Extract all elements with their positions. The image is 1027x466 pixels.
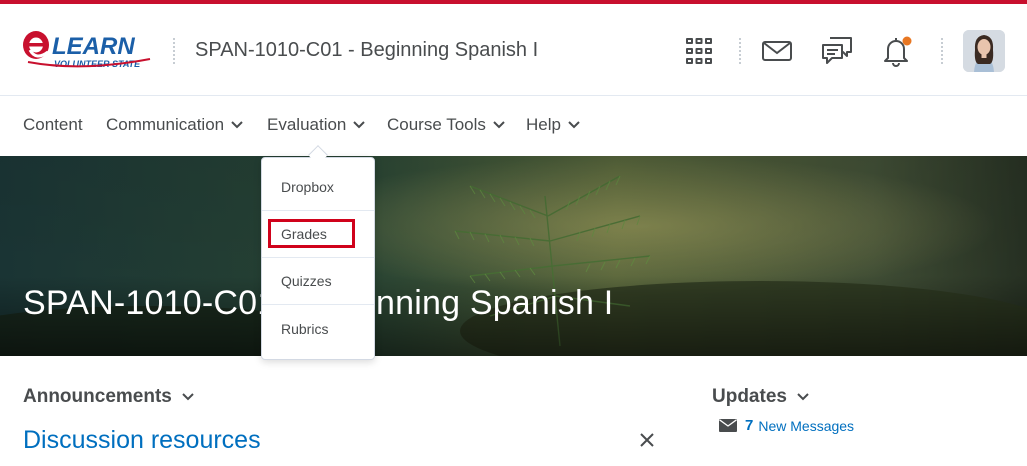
nav-communication[interactable]: Communication <box>106 115 243 135</box>
close-icon[interactable] <box>638 431 656 449</box>
announcement-title-link[interactable]: Discussion resources <box>23 426 261 455</box>
menu-item-rubrics[interactable]: Rubrics <box>262 305 374 352</box>
site-header: LEARN VOLUNTEER STATE SPAN-1010-C01 - Be… <box>0 4 1027 96</box>
nav-evaluation[interactable]: Evaluation <box>267 115 366 135</box>
updates-count: 7 <box>745 417 754 434</box>
header-separator <box>941 38 943 64</box>
mail-icon[interactable] <box>760 34 794 68</box>
chevron-down-icon <box>231 121 243 129</box>
updates-title: Updates <box>712 386 787 407</box>
updates-label: New Messages <box>758 417 855 434</box>
header-separator <box>739 38 741 64</box>
chevron-down-icon <box>797 393 809 401</box>
nav-help[interactable]: Help <box>526 115 580 135</box>
nav-label: Help <box>526 115 561 134</box>
nav-label: Course Tools <box>387 115 486 134</box>
updates-header[interactable]: Updates <box>712 386 809 408</box>
grades-highlight-box <box>268 219 355 248</box>
svg-text:VOLUNTEER STATE: VOLUNTEER STATE <box>54 59 141 69</box>
course-banner: SPAN-1010-C01 - Beginning Spanish I <box>0 156 1027 356</box>
bell-icon[interactable] <box>880 34 914 68</box>
updates-messages-link[interactable]: 7 New Messages <box>719 417 854 434</box>
apps-grid-icon[interactable] <box>682 34 716 68</box>
user-avatar[interactable] <box>963 30 1005 72</box>
nav-label: Content <box>23 115 83 134</box>
announcements-title: Announcements <box>23 386 172 407</box>
notification-dot <box>902 36 912 46</box>
nav-course-tools[interactable]: Course Tools <box>387 115 505 135</box>
chevron-down-icon <box>353 121 366 129</box>
evaluation-dropdown-menu: Dropbox Grades Quizzes Rubrics <box>261 157 375 360</box>
svg-text:LEARN: LEARN <box>52 33 135 60</box>
envelope-icon <box>719 419 737 432</box>
nav-content[interactable]: Content <box>23 115 83 135</box>
menu-item-dropbox[interactable]: Dropbox <box>262 164 374 211</box>
elearn-logo[interactable]: LEARN VOLUNTEER STATE <box>22 28 157 72</box>
course-navbar: Content Communication Evaluation Course … <box>0 97 1027 156</box>
chat-icon[interactable] <box>820 34 854 68</box>
menu-item-quizzes[interactable]: Quizzes <box>262 258 374 305</box>
chevron-down-icon <box>568 121 580 129</box>
nav-label: Evaluation <box>267 115 347 134</box>
header-separator <box>173 38 175 64</box>
chevron-down-icon <box>493 121 505 129</box>
chevron-down-icon <box>182 393 194 401</box>
course-title[interactable]: SPAN-1010-C01 - Beginning Spanish I <box>195 39 538 62</box>
banner-image <box>0 156 1027 356</box>
nav-label: Communication <box>106 115 225 134</box>
announcements-header[interactable]: Announcements <box>23 386 194 408</box>
